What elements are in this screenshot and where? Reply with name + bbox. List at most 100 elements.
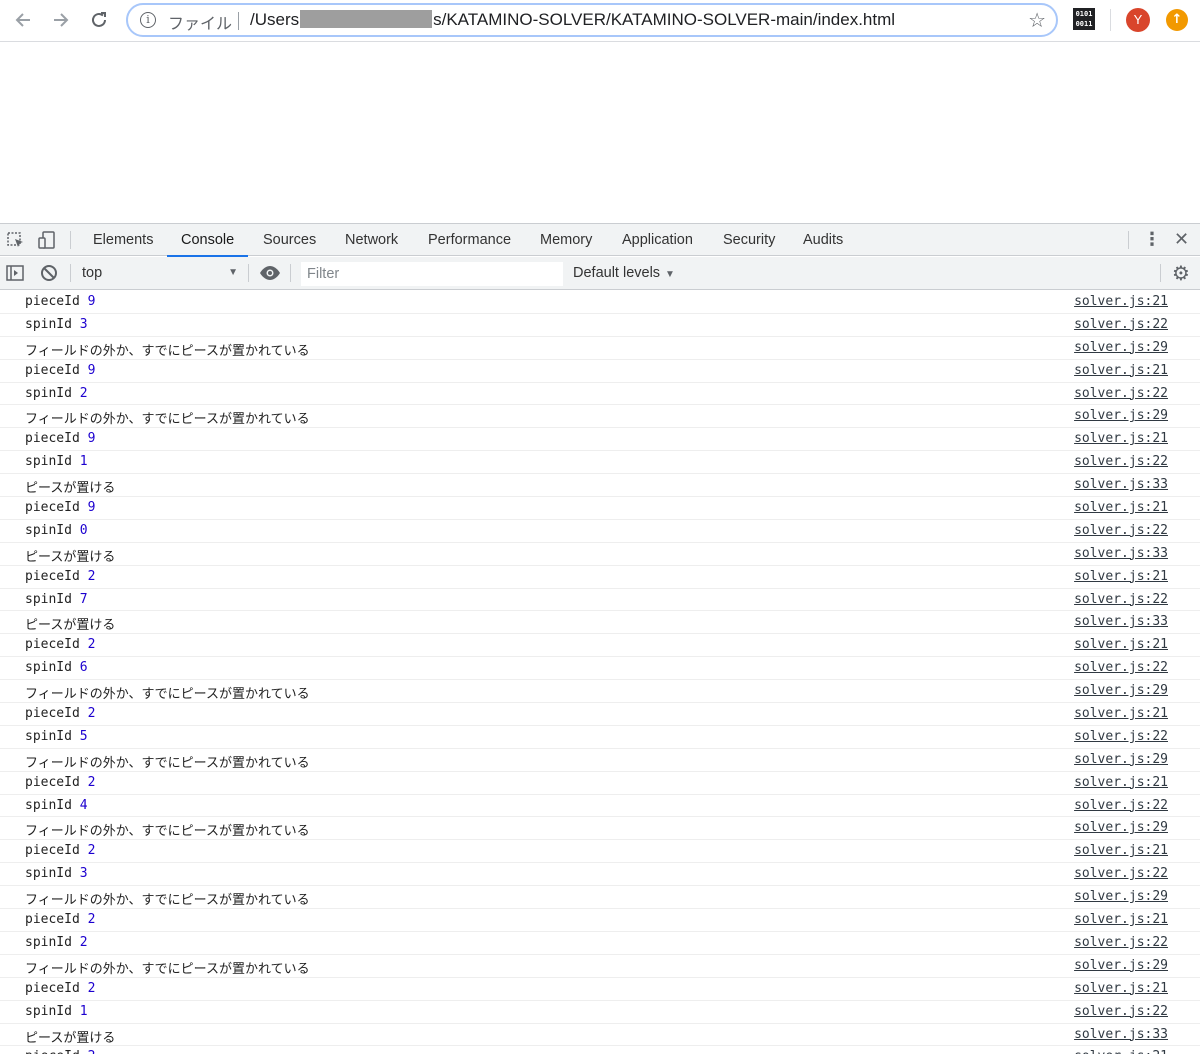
source-link[interactable]: solver.js:21 (1074, 706, 1168, 721)
log-label: pieceId (25, 980, 80, 996)
source-link[interactable]: solver.js:21 (1074, 775, 1168, 790)
url-prefix: /Users (250, 10, 300, 29)
console-message-text: spinId 0 (25, 523, 88, 538)
source-link[interactable]: solver.js:21 (1074, 637, 1168, 652)
log-label: pieceId (25, 774, 80, 790)
toolbar-divider (248, 264, 249, 282)
filter-input[interactable] (301, 262, 563, 286)
log-number: 9 (87, 362, 96, 378)
console-message: spinId 2 solver.js:22 (0, 932, 1200, 955)
inspect-element-icon[interactable] (6, 230, 26, 250)
context-select[interactable]: top ▼ (74, 262, 244, 284)
close-icon[interactable]: ✕ (1174, 229, 1189, 250)
log-number: 2 (87, 568, 96, 584)
clear-console-icon[interactable] (39, 263, 59, 283)
update-icon[interactable]: ↑ (1166, 9, 1188, 31)
source-link[interactable]: solver.js:22 (1074, 660, 1168, 675)
source-link[interactable]: solver.js:21 (1074, 843, 1168, 858)
source-link[interactable]: solver.js:22 (1074, 523, 1168, 538)
console-message-text: pieceId 2 (25, 843, 95, 858)
console-message-text: spinId 6 (25, 660, 88, 675)
reload-icon[interactable] (84, 6, 114, 34)
back-arrow-icon[interactable] (8, 6, 38, 34)
source-link[interactable]: solver.js:21 (1074, 500, 1168, 515)
sidebar-toggle-icon[interactable] (5, 263, 25, 283)
tab-sources[interactable]: Sources (262, 224, 317, 256)
console-message-text: spinId 3 (25, 866, 88, 881)
device-toolbar-icon[interactable] (37, 230, 57, 250)
profile-avatar[interactable]: Y (1126, 8, 1150, 32)
omnibox-divider (238, 12, 239, 30)
url-text[interactable]: /Users s/KATAMINO-SOLVER/KATAMINO-SOLVER-… (250, 10, 895, 30)
tab-memory[interactable]: Memory (539, 224, 593, 256)
source-link[interactable]: solver.js:21 (1074, 294, 1168, 309)
source-link[interactable]: solver.js:22 (1074, 1004, 1168, 1019)
log-number: 9 (87, 294, 96, 309)
source-link[interactable]: solver.js:22 (1074, 592, 1168, 607)
log-label: spinId (25, 934, 72, 950)
log-number: 0 (79, 522, 88, 538)
source-link[interactable]: solver.js:21 (1074, 1049, 1168, 1054)
log-label: spinId (25, 866, 72, 882)
source-link[interactable]: solver.js:33 (1074, 546, 1168, 561)
console-message: spinId 1 solver.js:22 (0, 1001, 1200, 1024)
console-message-text: フィールドの外か、すでにピースが置かれている (25, 961, 310, 977)
source-link[interactable]: solver.js:29 (1074, 408, 1168, 423)
tab-audits[interactable]: Audits (802, 224, 844, 256)
console-message: pieceId 2 solver.js:21 (0, 703, 1200, 726)
source-link[interactable]: solver.js:29 (1074, 340, 1168, 355)
address-bar[interactable]: i ファイル /Users s/KATAMINO-SOLVER/KATAMINO-… (126, 3, 1058, 37)
gear-icon[interactable]: ⚙ (1172, 262, 1190, 284)
tab-performance[interactable]: Performance (427, 224, 512, 256)
eye-icon[interactable] (259, 263, 280, 283)
log-number: 2 (79, 385, 88, 401)
source-link[interactable]: solver.js:21 (1074, 363, 1168, 378)
source-link[interactable]: solver.js:22 (1074, 866, 1168, 881)
source-link[interactable]: solver.js:22 (1074, 935, 1168, 950)
log-label: pieceId (25, 500, 80, 516)
toolbar-divider (70, 264, 71, 282)
source-link[interactable]: solver.js:33 (1074, 614, 1168, 629)
binary-extension-icon[interactable]: 0101 0011 (1073, 8, 1095, 30)
source-link[interactable]: solver.js:21 (1074, 431, 1168, 446)
info-icon[interactable]: i (140, 12, 156, 28)
source-link[interactable]: solver.js:22 (1074, 317, 1168, 332)
console-message: フィールドの外か、すでにピースが置かれている solver.js:29 (0, 405, 1200, 429)
console-message-text: フィールドの外か、すでにピースが置かれている (25, 893, 310, 909)
more-options-icon[interactable]: ⋮ (1143, 230, 1161, 250)
tab-elements[interactable]: Elements (92, 224, 154, 256)
source-link[interactable]: solver.js:21 (1074, 981, 1168, 996)
console-message: pieceId 2 solver.js:21 (0, 772, 1200, 795)
source-link[interactable]: solver.js:22 (1074, 454, 1168, 469)
source-link[interactable]: solver.js:29 (1074, 820, 1168, 835)
log-levels-dropdown[interactable]: Default levels ▼ (573, 262, 675, 284)
log-label: spinId (25, 454, 72, 470)
source-link[interactable]: solver.js:22 (1074, 386, 1168, 401)
tab-security[interactable]: Security (722, 224, 776, 256)
console-message-text: フィールドの外か、すでにピースが置かれている (25, 343, 310, 359)
tab-network[interactable]: Network (344, 224, 399, 256)
console-message: spinId 4 solver.js:22 (0, 795, 1200, 818)
bookmark-star-icon[interactable]: ☆ (1028, 8, 1046, 32)
console-message: pieceId 2 solver.js:21 (0, 978, 1200, 1001)
console-message-text: spinId 2 (25, 935, 88, 950)
tabbar-divider (70, 231, 71, 249)
source-link[interactable]: solver.js:22 (1074, 729, 1168, 744)
source-link[interactable]: solver.js:29 (1074, 889, 1168, 904)
forward-arrow-icon[interactable] (46, 6, 76, 34)
source-link[interactable]: solver.js:22 (1074, 798, 1168, 813)
source-link[interactable]: solver.js:21 (1074, 912, 1168, 927)
console-message: ピースが置ける solver.js:33 (0, 543, 1200, 566)
source-link[interactable]: solver.js:29 (1074, 958, 1168, 973)
tab-console[interactable]: Console (166, 224, 249, 257)
console-message-text: pieceId 2 (25, 706, 95, 721)
source-link[interactable]: solver.js:33 (1074, 477, 1168, 492)
source-link[interactable]: solver.js:29 (1074, 752, 1168, 767)
log-label: pieceId (25, 568, 80, 584)
source-link[interactable]: solver.js:29 (1074, 683, 1168, 698)
url-suffix: s/KATAMINO-SOLVER/KATAMINO-SOLVER-main/i… (433, 10, 896, 29)
source-link[interactable]: solver.js:21 (1074, 569, 1168, 584)
console-message: pieceId 2 solver.js:21 (0, 566, 1200, 589)
source-link[interactable]: solver.js:33 (1074, 1027, 1168, 1042)
tab-application[interactable]: Application (621, 224, 694, 256)
